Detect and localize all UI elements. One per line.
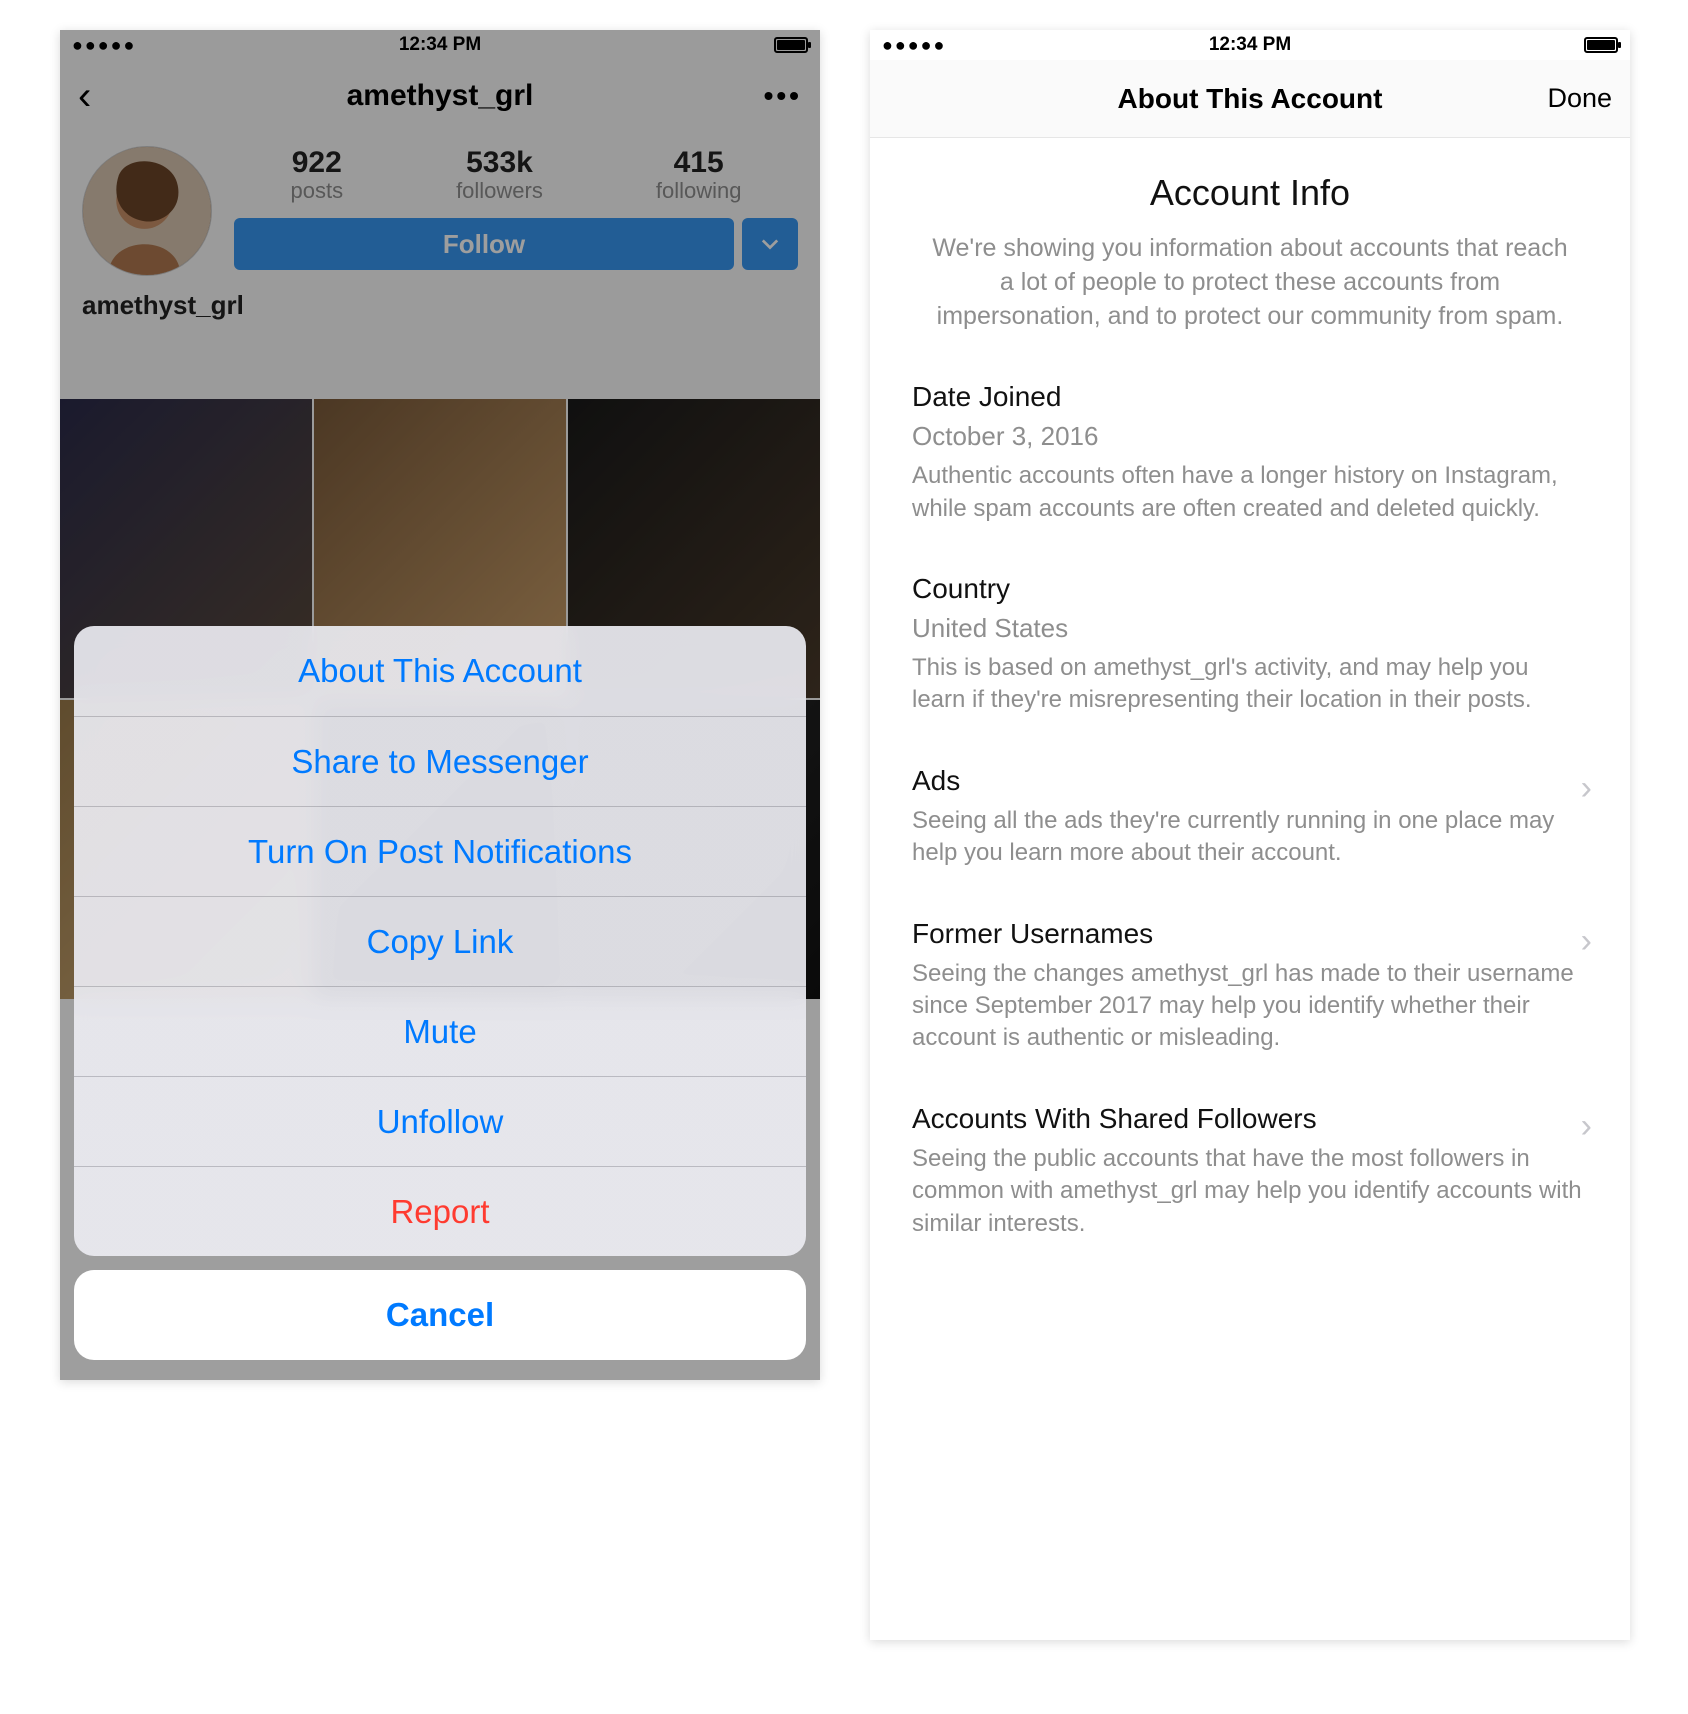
- about-nav-title: About This Account: [870, 83, 1630, 115]
- date-joined-value: October 3, 2016: [912, 421, 1588, 452]
- date-joined-desc: Authentic accounts often have a longer h…: [912, 460, 1588, 525]
- ads-title: Ads: [912, 765, 1588, 797]
- sheet-copy-link[interactable]: Copy Link: [74, 896, 806, 986]
- sheet-report[interactable]: Report: [74, 1166, 806, 1256]
- sheet-cancel-button[interactable]: Cancel: [74, 1270, 806, 1360]
- former-usernames-title: Former Usernames: [912, 918, 1588, 950]
- section-date-joined: Date Joined October 3, 2016 Authentic ac…: [912, 381, 1588, 525]
- account-info-heading: Account Info: [912, 172, 1588, 214]
- date-joined-title: Date Joined: [912, 381, 1588, 413]
- section-former-usernames[interactable]: › Former Usernames Seeing the changes am…: [912, 918, 1588, 1055]
- sheet-share-to-messenger[interactable]: Share to Messenger: [74, 716, 806, 806]
- phone-profile-actionsheet: ●●●●● 12:34 PM ‹ amethyst_grl •••: [60, 30, 820, 1380]
- chevron-right-icon: ›: [1581, 769, 1592, 808]
- shared-followers-title: Accounts With Shared Followers: [912, 1103, 1588, 1135]
- sheet-about-this-account[interactable]: About This Account: [74, 626, 806, 716]
- country-value: United States: [912, 613, 1588, 644]
- sheet-mute[interactable]: Mute: [74, 986, 806, 1076]
- about-nav-bar: About This Account Done: [870, 60, 1630, 138]
- battery-icon: [1584, 37, 1618, 53]
- former-usernames-desc: Seeing the changes amethyst_grl has made…: [912, 958, 1588, 1055]
- section-shared-followers[interactable]: › Accounts With Shared Followers Seeing …: [912, 1103, 1588, 1240]
- country-desc: This is based on amethyst_grl's activity…: [912, 652, 1588, 717]
- chevron-right-icon: ›: [1581, 922, 1592, 961]
- status-bar: ●●●●● 12:34 PM: [870, 30, 1630, 60]
- sheet-unfollow[interactable]: Unfollow: [74, 1076, 806, 1166]
- phone-about-this-account: ●●●●● 12:34 PM About This Account Done A…: [870, 30, 1630, 1640]
- country-title: Country: [912, 573, 1588, 605]
- status-time: 12:34 PM: [870, 34, 1630, 56]
- action-sheet: About This Account Share to Messenger Tu…: [74, 626, 806, 1360]
- action-sheet-options: About This Account Share to Messenger Tu…: [74, 626, 806, 1256]
- shared-followers-desc: Seeing the public accounts that have the…: [912, 1143, 1588, 1240]
- sheet-turn-on-post-notifications[interactable]: Turn On Post Notifications: [74, 806, 806, 896]
- account-info-subtext: We're showing you information about acco…: [912, 232, 1588, 333]
- about-content: Account Info We're showing you informati…: [870, 138, 1630, 1280]
- ads-desc: Seeing all the ads they're currently run…: [912, 805, 1588, 870]
- section-ads[interactable]: › Ads Seeing all the ads they're current…: [912, 765, 1588, 870]
- chevron-right-icon: ›: [1581, 1107, 1592, 1146]
- section-country: Country United States This is based on a…: [912, 573, 1588, 717]
